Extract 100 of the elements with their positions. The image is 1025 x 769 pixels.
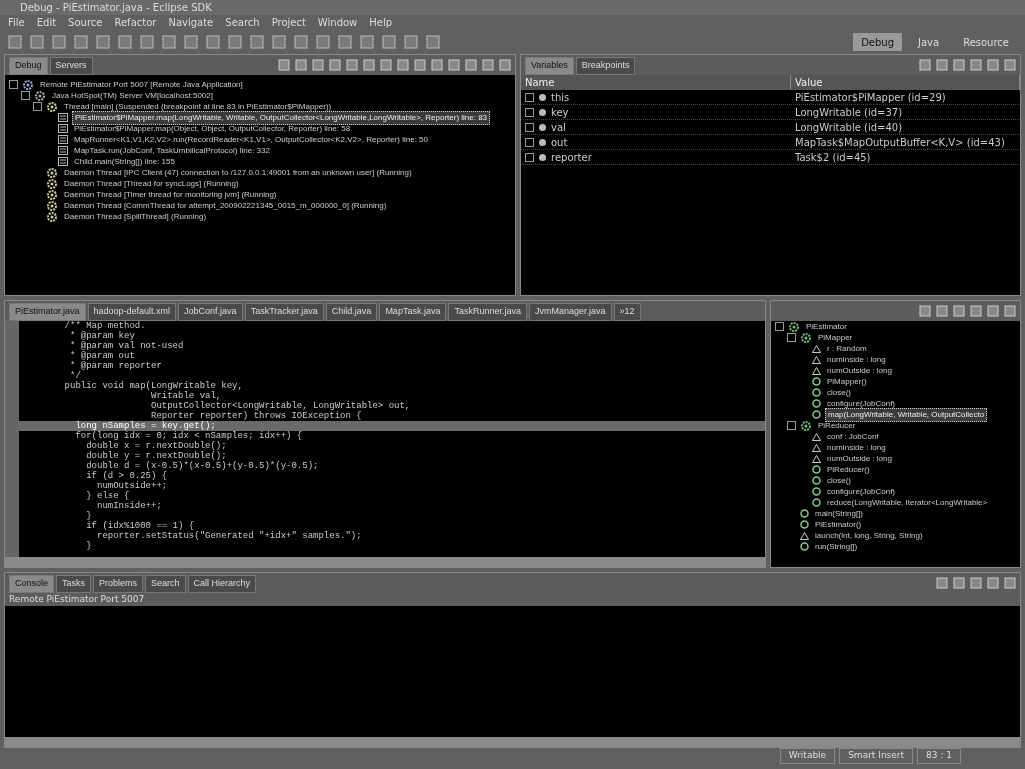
tree-item[interactable]: run(String[]) [813, 540, 860, 552]
perspective-button[interactable]: Java [910, 33, 948, 51]
toolbar-icon[interactable] [363, 59, 375, 71]
view-tab[interactable]: MapTask.java [379, 303, 447, 321]
view-tab[interactable]: PiEstimator.java [9, 303, 86, 321]
tree-item[interactable]: Daemon Thread [SpillThread] (Running) [62, 210, 209, 223]
tree-item[interactable]: numOutside : long [825, 452, 894, 465]
tree-item[interactable]: Daemon Thread [IPC Client (47) connection to /127.0.0.1:49001 from an unknown user] (Running) [62, 166, 414, 179]
toolbar-icon[interactable] [936, 577, 948, 589]
view-tab[interactable]: Servers [49, 57, 93, 75]
horizontal-scrollbar[interactable] [5, 557, 765, 567]
toolbar-icon[interactable] [919, 59, 931, 71]
tree-item[interactable]: numInside : long [825, 441, 888, 454]
toolbar-icon[interactable] [426, 35, 440, 49]
view-tab[interactable]: Console [9, 575, 55, 593]
tree-item[interactable]: numOutside : long [825, 364, 894, 377]
toolbar-icon[interactable] [919, 305, 931, 317]
tree-item[interactable]: Remote PiEstimator Port 5007 [Remote Java Application] [38, 78, 245, 91]
variable-name[interactable]: reporter [551, 150, 592, 165]
menu-item[interactable]: File [8, 15, 25, 30]
view-tab[interactable]: JvmManager.java [528, 303, 612, 321]
toolbar-icon[interactable] [338, 35, 352, 49]
view-tab[interactable]: TaskTracker.java [244, 303, 324, 321]
column-header[interactable]: Name [521, 75, 791, 90]
toolbar-icon[interactable] [970, 577, 982, 589]
tree-item[interactable]: launch(int, long, String, String) [813, 529, 925, 542]
toolbar-icon[interactable] [448, 59, 460, 71]
tree-item[interactable]: numInside : long [825, 353, 888, 366]
menu-item[interactable]: Project [271, 15, 306, 30]
menu-item[interactable]: Help [369, 15, 393, 30]
view-tab[interactable]: »12 [613, 303, 641, 321]
view-tab[interactable]: Variables [525, 57, 574, 75]
tree-item[interactable]: main(String[]) [813, 507, 865, 520]
toolbar-icon[interactable] [987, 305, 999, 317]
tree-item[interactable]: Thread [main] (Suspended (breakpoint at line 83 in PiEstimator$PiMapper)) [62, 100, 334, 113]
toolbar-icon[interactable] [482, 59, 494, 71]
tree-item[interactable]: conf : JobConf [825, 430, 881, 443]
tree-item[interactable]: Daemon Thread [Thread for syncLogs] (Running) [62, 177, 241, 190]
toolbar-icon[interactable] [30, 35, 44, 49]
menu-item[interactable]: Refactor [114, 15, 157, 30]
toolbar-icon[interactable] [465, 59, 477, 71]
tree-item[interactable]: configure(JobConf) [825, 397, 898, 410]
tree-item[interactable]: PiEstimator$PiMapper.map(Object, Object, OutputCollector, Reporter) line: 58 [72, 122, 353, 135]
toolbar-icon[interactable] [316, 35, 330, 49]
toolbar-icon[interactable] [329, 59, 341, 71]
variable-name[interactable]: key [551, 105, 569, 120]
toolbar-icon[interactable] [431, 59, 443, 71]
toolbar-icon[interactable] [397, 59, 409, 71]
tree-item[interactable]: PiMapper() [825, 375, 869, 388]
tree-item[interactable]: reduce(LongWritable, Iterator<LongWritable> [825, 496, 990, 509]
toolbar-icon[interactable] [380, 59, 392, 71]
toolbar-icon[interactable] [953, 577, 965, 589]
toolbar-icon[interactable] [499, 59, 511, 71]
view-tab[interactable]: Child.java [325, 303, 378, 321]
tree-item[interactable]: Daemon Thread [Timer thread for monitoring jvm] (Running) [62, 188, 279, 201]
toolbar-icon[interactable] [987, 577, 999, 589]
variable-name[interactable]: this [551, 90, 570, 105]
toolbar-icon[interactable] [140, 35, 154, 49]
tree-item[interactable]: Daemon Thread [CommThread for attempt_200902221345_0015_m_000000_0] (Running) [62, 199, 389, 212]
toolbar-icon[interactable] [970, 59, 982, 71]
toolbar-icon[interactable] [250, 35, 264, 49]
view-tab[interactable]: Breakpoints [575, 57, 636, 75]
view-tab[interactable]: Tasks [56, 575, 92, 593]
tree-item[interactable]: PiMapper [816, 331, 855, 344]
toolbar-icon[interactable] [360, 35, 374, 49]
view-tab[interactable]: Problems [93, 575, 144, 593]
menu-item[interactable]: Search [225, 15, 260, 30]
toolbar-icon[interactable] [346, 59, 358, 71]
view-tab[interactable]: JobConf.java [178, 303, 243, 321]
tree-item[interactable]: MapRunner<K1,V1,K2,V2>.run(RecordReader<K1,V1>, OutputCollector<K2,V2>, Reporter) line: 50 [72, 133, 430, 146]
toolbar-icon[interactable] [414, 59, 426, 71]
toolbar-icon[interactable] [272, 35, 286, 49]
menu-item[interactable]: Window [317, 15, 358, 30]
toolbar-icon[interactable] [936, 305, 948, 317]
toolbar-icon[interactable] [74, 35, 88, 49]
tree-item[interactable]: map(LongWritable, Writable, OutputCollecto [825, 407, 988, 422]
tree-item[interactable]: close() [825, 474, 853, 487]
variable-name[interactable]: val [551, 120, 566, 135]
toolbar-icon[interactable] [96, 35, 110, 49]
toolbar-icon[interactable] [278, 59, 290, 71]
tree-item[interactable]: MapTask.run(JobConf, TaskUmbilicalProtocol) line: 332 [72, 144, 272, 157]
toolbar-icon[interactable] [8, 35, 22, 49]
tree-item[interactable]: PiEstimator$PiMapper.map(LongWritable, Writable, OutputCollector<LongWritable,LongWritable>, Reporter) line: 83 [72, 110, 491, 125]
perspective-button[interactable]: Debug [853, 33, 902, 51]
toolbar-icon[interactable] [404, 35, 418, 49]
tree-item[interactable]: PiReducer [816, 419, 858, 432]
tree-item[interactable]: PiEstimator [804, 321, 849, 333]
toolbar-icon[interactable] [1004, 305, 1016, 317]
tree-item[interactable]: PiEstimator() [813, 518, 864, 531]
toolbar-icon[interactable] [312, 59, 324, 71]
menu-item[interactable]: Edit [36, 15, 57, 30]
toolbar-icon[interactable] [184, 35, 198, 49]
toolbar-icon[interactable] [1004, 59, 1016, 71]
column-header[interactable]: Value [791, 75, 1020, 90]
horizontal-scrollbar[interactable] [5, 737, 1020, 747]
collapse-toggle[interactable] [787, 421, 796, 430]
toolbar-icon[interactable] [52, 35, 66, 49]
menu-item[interactable]: Source [68, 15, 103, 30]
toolbar-icon[interactable] [162, 35, 176, 49]
variable-name[interactable]: out [551, 135, 568, 150]
